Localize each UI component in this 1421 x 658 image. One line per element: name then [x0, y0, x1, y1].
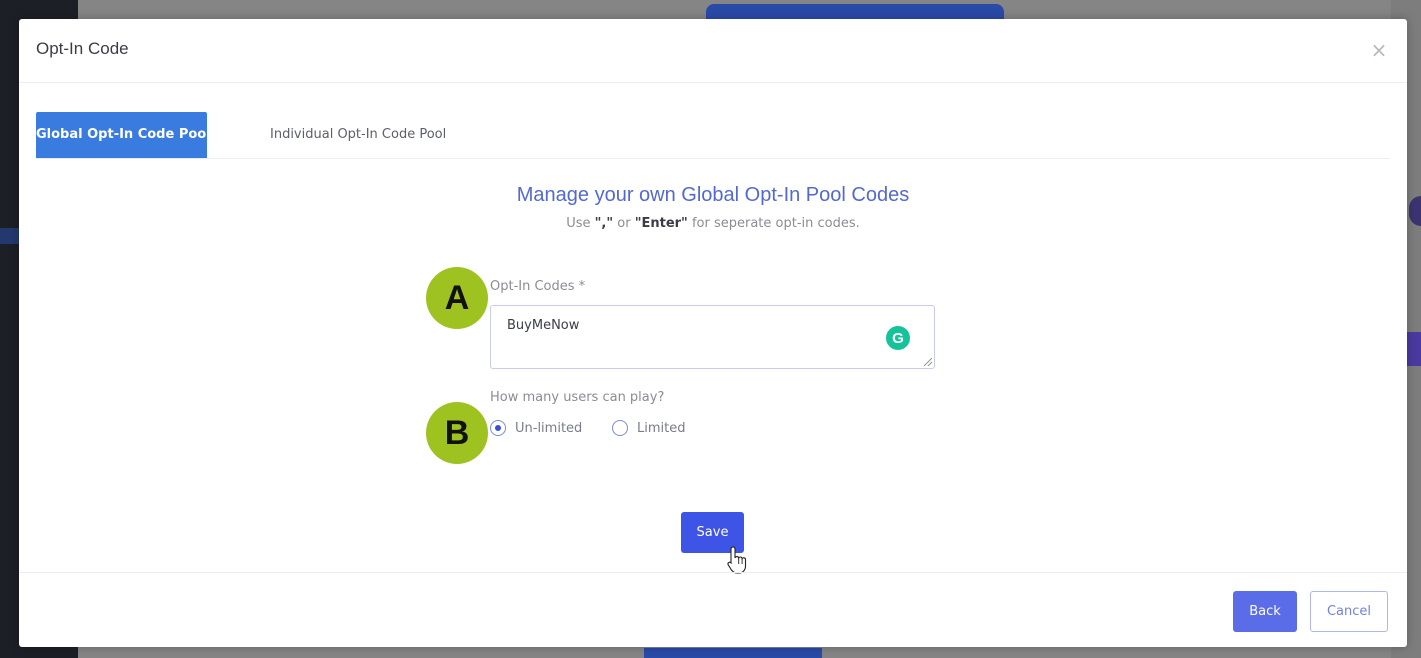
radio-unlimited[interactable]: Un-limited	[490, 417, 582, 439]
opt-in-codes-value: BuyMeNow	[507, 318, 580, 333]
backdrop-right-chip	[1409, 196, 1421, 226]
radio-unlimited-label: Un-limited	[515, 420, 583, 436]
section-heading: Manage your own Global Opt-In Pool Codes	[516, 184, 910, 206]
subtitle-prefix: Use	[566, 216, 595, 231]
hand-pointer-icon	[727, 546, 747, 574]
radio-limited-circle[interactable]	[612, 420, 628, 436]
grammarly-icon[interactable]: G	[886, 326, 910, 350]
radio-limited-label: Limited	[637, 420, 686, 436]
cancel-button[interactable]: Cancel	[1310, 591, 1388, 632]
modal-title: Opt-In Code	[36, 39, 129, 58]
opt-in-code-modal: Opt-In Code × Global Opt-In Code Pool In…	[19, 19, 1407, 647]
opt-in-codes-textarea[interactable]: BuyMeNow G	[490, 305, 935, 369]
subtitle-middle: or	[613, 216, 635, 231]
tab-global-opt-in-code-pool[interactable]: Global Opt-In Code Pool	[36, 112, 211, 158]
radio-limited[interactable]: Limited	[612, 417, 685, 439]
subtitle-suffix: for seperate opt-in codes.	[687, 216, 860, 231]
resize-handle-icon[interactable]	[924, 358, 932, 366]
section-subtitle: Use "," or "Enter" for seperate opt-in c…	[19, 216, 1407, 231]
radio-unlimited-circle[interactable]	[490, 420, 506, 436]
tab-bar: Global Opt-In Code Pool Individual Opt-I…	[36, 112, 1390, 159]
backdrop-bottom-button	[644, 648, 822, 658]
users-radio-question: How many users can play?	[490, 390, 665, 405]
annotation-marker-a: A	[426, 267, 488, 329]
tab-individual-opt-in-code-pool[interactable]: Individual Opt-In Code Pool	[270, 112, 446, 158]
back-button[interactable]: Back	[1233, 591, 1297, 632]
opt-in-codes-label: Opt-In Codes *	[490, 279, 586, 294]
modal-footer: Back Cancel	[19, 572, 1407, 648]
modal-header: Opt-In Code ×	[19, 19, 1407, 83]
subtitle-key-comma: ","	[594, 216, 614, 231]
backdrop-right-badge	[1407, 332, 1421, 366]
annotation-marker-b: B	[426, 402, 488, 464]
close-icon[interactable]: ×	[1370, 40, 1388, 60]
subtitle-key-enter: "Enter"	[634, 216, 688, 231]
